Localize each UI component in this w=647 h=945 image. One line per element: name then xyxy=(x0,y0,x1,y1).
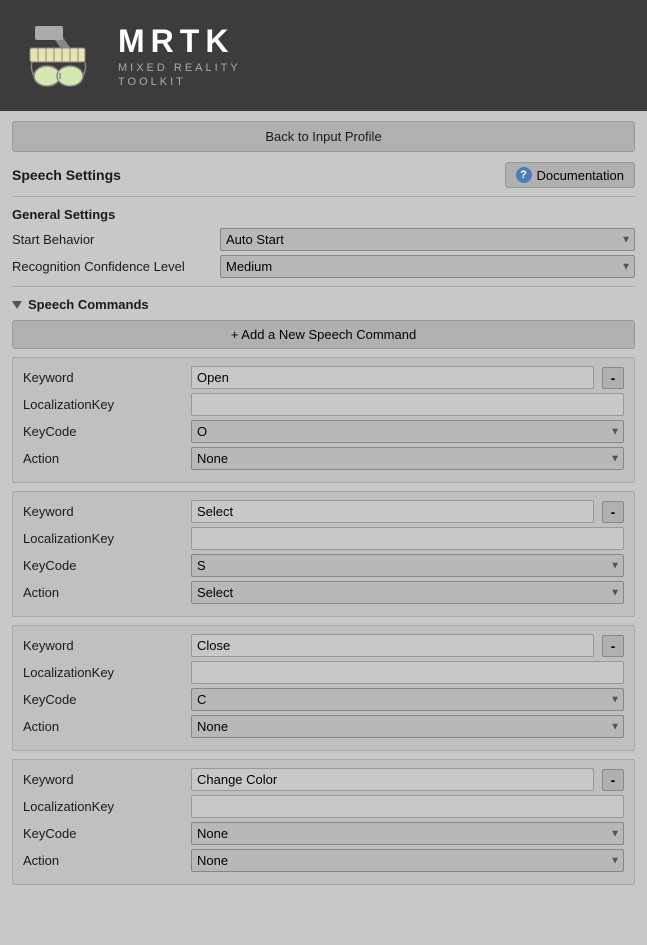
start-behavior-select[interactable]: Auto Start Manual Start xyxy=(220,228,635,251)
command-change-color-localization-label: LocalizationKey xyxy=(23,799,183,814)
command-open-keycode-label: KeyCode xyxy=(23,424,183,439)
command-open-action-wrapper: None Select ▼ xyxy=(191,447,624,470)
brand-title: MRTK xyxy=(118,23,241,60)
divider-2 xyxy=(12,286,635,287)
command-open-localization-row: LocalizationKey xyxy=(23,393,624,416)
recognition-confidence-label: Recognition Confidence Level xyxy=(12,259,212,274)
command-change-color-keycode-wrapper: None C ▼ xyxy=(191,822,624,845)
command-open-localization-input[interactable] xyxy=(191,393,624,416)
command-select-keycode-row: KeyCode None S A ▼ xyxy=(23,554,624,577)
command-close-localization-row: LocalizationKey xyxy=(23,661,624,684)
general-settings-title: General Settings xyxy=(12,207,635,222)
command-card-close: Keyword - LocalizationKey KeyCode None C… xyxy=(12,625,635,751)
command-change-color-keyword-row: Keyword - xyxy=(23,768,624,791)
start-behavior-select-wrapper: Auto Start Manual Start ▼ xyxy=(220,228,635,251)
command-open-action-row: Action None Select ▼ xyxy=(23,447,624,470)
command-select-keyword-label: Keyword xyxy=(23,504,183,519)
command-close-keycode-wrapper: None C ▼ xyxy=(191,688,624,711)
speech-commands-title: Speech Commands xyxy=(28,297,149,312)
command-close-action-select[interactable]: None Select xyxy=(191,715,624,738)
command-close-action-wrapper: None Select ▼ xyxy=(191,715,624,738)
info-icon: ? xyxy=(516,167,532,183)
command-select-keyword-input[interactable] xyxy=(191,500,594,523)
documentation-button[interactable]: ? Documentation xyxy=(505,162,635,188)
back-to-input-profile-button[interactable]: Back to Input Profile xyxy=(12,121,635,152)
command-close-keyword-label: Keyword xyxy=(23,638,183,653)
command-change-color-keycode-label: KeyCode xyxy=(23,826,183,841)
start-behavior-row: Start Behavior Auto Start Manual Start ▼ xyxy=(12,228,635,251)
documentation-label: Documentation xyxy=(537,168,624,183)
start-behavior-label: Start Behavior xyxy=(12,232,212,247)
command-select-keycode-select[interactable]: None S A xyxy=(191,554,624,577)
command-close-keyword-input[interactable] xyxy=(191,634,594,657)
command-open-keycode-row: KeyCode None O ABC ▼ xyxy=(23,420,624,443)
command-close-action-row: Action None Select ▼ xyxy=(23,715,624,738)
command-close-action-label: Action xyxy=(23,719,183,734)
header: MRTK MIXED REALITY TOOLKIT xyxy=(0,0,647,111)
command-select-localization-label: LocalizationKey xyxy=(23,531,183,546)
divider-1 xyxy=(12,196,635,197)
command-open-keyword-label: Keyword xyxy=(23,370,183,385)
command-card-open: Keyword - LocalizationKey KeyCode None O… xyxy=(12,357,635,483)
speech-commands-header: Speech Commands xyxy=(12,297,635,312)
command-open-localization-label: LocalizationKey xyxy=(23,397,183,412)
speech-settings-title: Speech Settings xyxy=(12,167,121,183)
brand-text: MRTK MIXED REALITY TOOLKIT xyxy=(118,23,241,88)
command-open-keyword-row: Keyword - xyxy=(23,366,624,389)
command-select-remove-button[interactable]: - xyxy=(602,501,624,523)
command-select-keycode-wrapper: None S A ▼ xyxy=(191,554,624,577)
main-content: Back to Input Profile Speech Settings ? … xyxy=(0,111,647,903)
speech-settings-header: Speech Settings ? Documentation xyxy=(12,162,635,188)
command-card-change-color: Keyword - LocalizationKey KeyCode None C… xyxy=(12,759,635,885)
command-change-color-action-label: Action xyxy=(23,853,183,868)
mrtk-logo-icon xyxy=(20,18,100,93)
brand-subtitle-1: MIXED REALITY xyxy=(118,62,241,74)
command-select-action-label: Action xyxy=(23,585,183,600)
command-close-keycode-row: KeyCode None C ▼ xyxy=(23,688,624,711)
command-change-color-localization-input[interactable] xyxy=(191,795,624,818)
command-open-keycode-wrapper: None O ABC ▼ xyxy=(191,420,624,443)
command-open-remove-button[interactable]: - xyxy=(602,367,624,389)
command-change-color-action-row: Action None Select ▼ xyxy=(23,849,624,872)
command-open-keycode-select[interactable]: None O ABC xyxy=(191,420,624,443)
command-select-action-select[interactable]: None Select xyxy=(191,581,624,604)
command-select-localization-input[interactable] xyxy=(191,527,624,550)
command-open-action-label: Action xyxy=(23,451,183,466)
command-card-select: Keyword - LocalizationKey KeyCode None S… xyxy=(12,491,635,617)
brand-subtitle-2: TOOLKIT xyxy=(118,76,241,88)
command-change-color-action-wrapper: None Select ▼ xyxy=(191,849,624,872)
add-speech-command-button[interactable]: + Add a New Speech Command xyxy=(12,320,635,349)
command-close-keyword-row: Keyword - xyxy=(23,634,624,657)
command-close-localization-input[interactable] xyxy=(191,661,624,684)
command-close-keycode-label: KeyCode xyxy=(23,692,183,707)
command-select-keycode-label: KeyCode xyxy=(23,558,183,573)
command-select-action-wrapper: None Select ▼ xyxy=(191,581,624,604)
command-change-color-keyword-input[interactable] xyxy=(191,768,594,791)
command-open-action-select[interactable]: None Select xyxy=(191,447,624,470)
collapse-triangle-icon[interactable] xyxy=(12,301,22,309)
recognition-confidence-row: Recognition Confidence Level Low Medium … xyxy=(12,255,635,278)
command-open-keyword-input[interactable] xyxy=(191,366,594,389)
speech-commands-section: Speech Commands + Add a New Speech Comma… xyxy=(12,297,635,885)
recognition-confidence-select-wrapper: Low Medium High ▼ xyxy=(220,255,635,278)
command-select-action-row: Action None Select ▼ xyxy=(23,581,624,604)
command-change-color-localization-row: LocalizationKey xyxy=(23,795,624,818)
command-change-color-remove-button[interactable]: - xyxy=(602,769,624,791)
command-change-color-keycode-row: KeyCode None C ▼ xyxy=(23,822,624,845)
command-select-localization-row: LocalizationKey xyxy=(23,527,624,550)
command-select-keyword-row: Keyword - xyxy=(23,500,624,523)
command-change-color-keyword-label: Keyword xyxy=(23,772,183,787)
command-close-remove-button[interactable]: - xyxy=(602,635,624,657)
command-change-color-keycode-select[interactable]: None C xyxy=(191,822,624,845)
command-change-color-action-select[interactable]: None Select xyxy=(191,849,624,872)
command-close-keycode-select[interactable]: None C xyxy=(191,688,624,711)
recognition-confidence-select[interactable]: Low Medium High xyxy=(220,255,635,278)
command-close-localization-label: LocalizationKey xyxy=(23,665,183,680)
